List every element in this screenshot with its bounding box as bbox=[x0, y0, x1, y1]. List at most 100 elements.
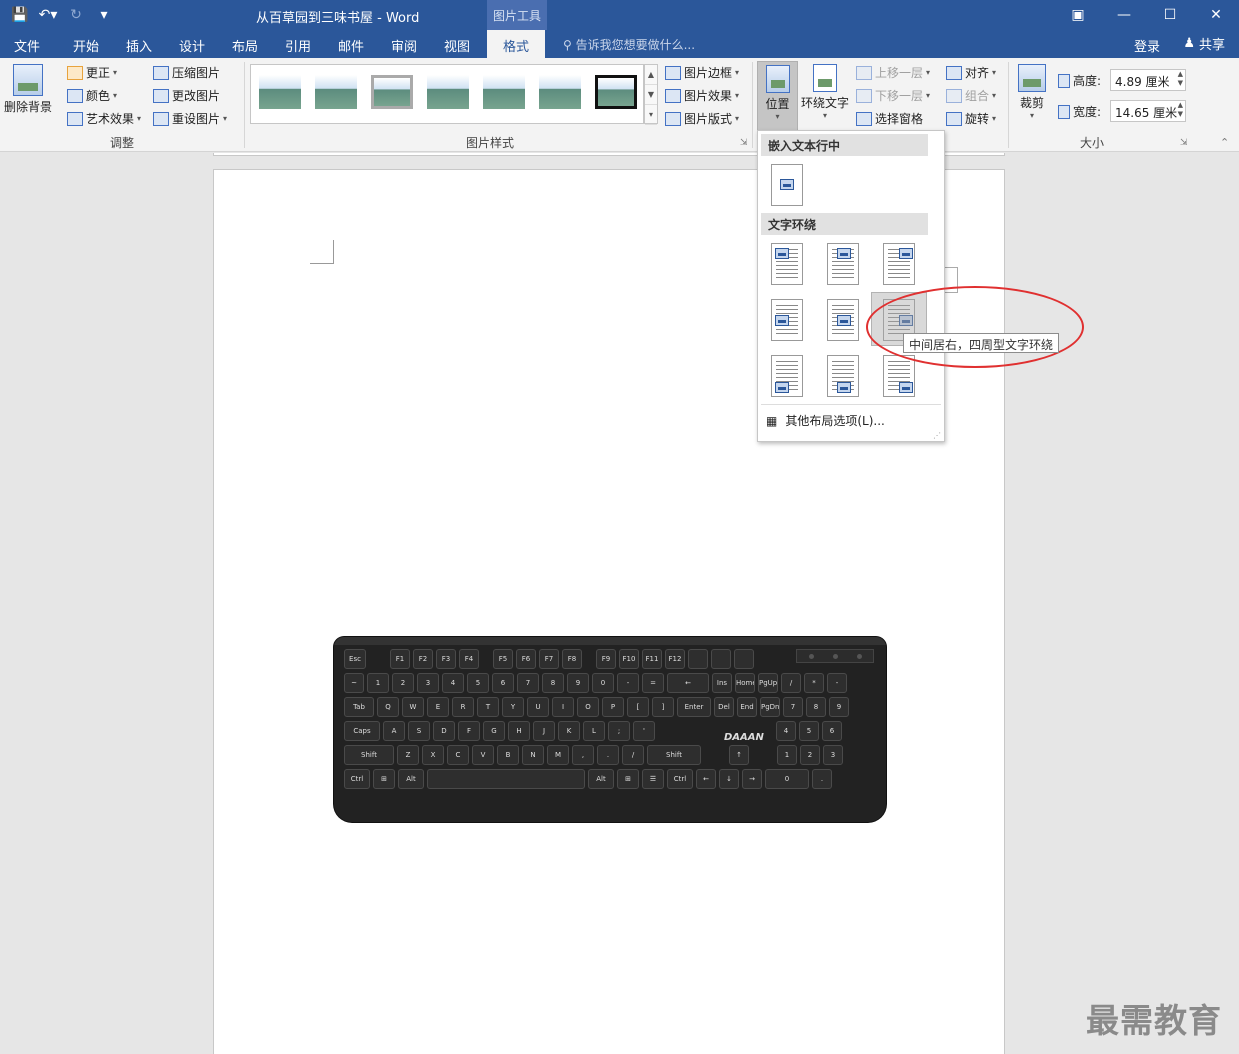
color-button[interactable]: 颜色 ▾ bbox=[67, 87, 117, 104]
picture-style-thumb[interactable] bbox=[315, 75, 357, 109]
gallery-up-icon[interactable]: ▲ bbox=[645, 65, 657, 85]
align-label: 对齐 bbox=[965, 66, 990, 80]
keyboard-key: / bbox=[781, 673, 801, 693]
wrap-position-option[interactable] bbox=[771, 355, 803, 397]
tooltip: 中间居右，四周型文字环绕 bbox=[903, 333, 1060, 353]
keyboard-key: C bbox=[447, 745, 469, 765]
compress-pictures-button[interactable]: 压缩图片 bbox=[153, 64, 220, 81]
picture-style-thumb[interactable] bbox=[371, 75, 413, 109]
gallery-down-icon[interactable]: ▼ bbox=[645, 85, 657, 105]
customize-qat-icon[interactable]: ▾ bbox=[92, 4, 116, 26]
keyboard-key: Shift bbox=[647, 745, 701, 765]
tab-review[interactable]: 审阅 bbox=[391, 36, 417, 55]
width-input[interactable]: 14.65 厘米 ▲ ▼ bbox=[1110, 100, 1186, 122]
keyboard-key: F7 bbox=[539, 649, 559, 669]
close-icon[interactable]: ✕ bbox=[1193, 0, 1239, 30]
crop-button[interactable]: 裁剪 ▾ bbox=[1018, 64, 1046, 120]
keyboard-key: ← bbox=[696, 769, 716, 789]
dropdown-arrow-icon: ▾ bbox=[1029, 111, 1034, 120]
keyboard-picture[interactable]: DAAAN Esc F1 F2 F3 F4 F5 F6 F7 F8 F9 F10 F11 F12 ~1 2 3… bbox=[334, 637, 886, 822]
wrap-position-option[interactable] bbox=[771, 299, 803, 341]
text-line-glyph bbox=[776, 377, 798, 378]
wrap-position-option[interactable] bbox=[883, 243, 915, 285]
share-button[interactable]: ♟ 共享 bbox=[1183, 34, 1225, 53]
text-line-glyph bbox=[776, 269, 798, 270]
keyboard-key: E bbox=[427, 697, 449, 717]
wrap-position-option[interactable] bbox=[827, 355, 859, 397]
wrap-section-header: 文字环绕 bbox=[761, 213, 928, 235]
send-backward-button[interactable]: 下移一层 ▾ bbox=[856, 87, 930, 104]
rotate-button[interactable]: 旋转 ▾ bbox=[946, 110, 996, 127]
keyboard-key bbox=[688, 649, 708, 669]
wrap-position-option[interactable] bbox=[771, 243, 803, 285]
text-line-glyph bbox=[776, 273, 798, 274]
keyboard-key: 2 bbox=[392, 673, 414, 693]
remove-background-icon bbox=[13, 64, 43, 96]
undo-icon[interactable]: ↶▾ bbox=[36, 4, 60, 26]
tab-view[interactable]: 视图 bbox=[444, 36, 470, 55]
picture-styles-gallery bbox=[250, 64, 644, 124]
text-line-glyph bbox=[888, 361, 910, 362]
inline-with-text-option[interactable] bbox=[771, 164, 803, 206]
wrap-position-option[interactable] bbox=[883, 355, 915, 397]
change-picture-button[interactable]: 更改图片 bbox=[153, 87, 220, 104]
corrections-button[interactable]: 更正 ▾ bbox=[67, 64, 117, 81]
height-input[interactable]: 4.89 厘米 ▲ ▼ bbox=[1110, 69, 1186, 91]
position-dropdown: 嵌入文本行中 文字环绕 ▦ 其他布局选项(L)... ⋰ bbox=[757, 130, 945, 442]
height-spinner-icon[interactable]: ▲ ▼ bbox=[1178, 70, 1183, 88]
text-line-glyph bbox=[776, 313, 798, 314]
artistic-effects-button[interactable]: 艺术效果 ▾ bbox=[67, 110, 141, 127]
tell-me-search[interactable]: ⚲ 告诉我您想要做什么... bbox=[563, 36, 695, 53]
more-layout-options-item[interactable]: ▦ 其他布局选项(L)... bbox=[766, 412, 885, 429]
keyboard-key: M bbox=[547, 745, 569, 765]
tab-home[interactable]: 开始 bbox=[73, 36, 99, 55]
dialog-launcher-icon[interactable]: ⇲ bbox=[1180, 138, 1188, 148]
tab-design[interactable]: 设计 bbox=[179, 36, 205, 55]
collapse-ribbon-icon[interactable]: ⌃ bbox=[1220, 136, 1229, 149]
picture-border-button[interactable]: 图片边框 ▾ bbox=[665, 64, 739, 81]
gallery-more-icon[interactable]: ▾ bbox=[645, 105, 657, 125]
align-button[interactable]: 对齐 ▾ bbox=[946, 64, 996, 81]
wrap-position-option[interactable] bbox=[827, 243, 859, 285]
tab-file[interactable]: 文件 bbox=[14, 36, 40, 55]
tab-layout[interactable]: 布局 bbox=[232, 36, 258, 55]
width-label-group: 宽度: bbox=[1058, 103, 1101, 120]
remove-background-button[interactable]: 删除背景 bbox=[4, 64, 52, 115]
height-value: 4.89 厘米 bbox=[1115, 75, 1170, 89]
tab-mailings[interactable]: 邮件 bbox=[338, 36, 364, 55]
wrap-position-option[interactable] bbox=[827, 299, 859, 341]
bring-forward-button[interactable]: 上移一层 ▾ bbox=[856, 64, 930, 81]
picture-style-thumb[interactable] bbox=[483, 75, 525, 109]
minimize-icon[interactable]: — bbox=[1101, 0, 1147, 30]
picture-style-thumb[interactable] bbox=[259, 75, 301, 109]
text-line-glyph bbox=[776, 333, 798, 334]
maximize-icon[interactable]: ☐ bbox=[1147, 0, 1193, 30]
picture-effects-button[interactable]: 图片效果 ▾ bbox=[665, 87, 739, 104]
remove-background-label: 删除背景 bbox=[4, 100, 53, 114]
reset-picture-button[interactable]: 重设图片 ▾ bbox=[153, 110, 227, 127]
keyboard-key: F5 bbox=[493, 649, 513, 669]
picture-style-thumb[interactable] bbox=[539, 75, 581, 109]
text-line-glyph bbox=[832, 361, 854, 362]
dialog-launcher-icon[interactable]: ⇲ bbox=[740, 138, 748, 148]
layout-options-icon: ▦ bbox=[766, 413, 778, 428]
text-line-glyph bbox=[832, 369, 854, 370]
selection-pane-button[interactable]: 选择窗格 bbox=[856, 110, 923, 127]
picture-style-thumb[interactable] bbox=[595, 75, 637, 109]
picture-style-thumb[interactable] bbox=[427, 75, 469, 109]
keyboard-key: F8 bbox=[562, 649, 582, 669]
tab-format[interactable]: 格式 bbox=[487, 30, 546, 58]
width-spinner-icon[interactable]: ▲ ▼ bbox=[1178, 101, 1183, 119]
resize-grip-icon[interactable]: ⋰ bbox=[933, 431, 941, 440]
position-button[interactable]: 位置 ▾ bbox=[757, 61, 798, 131]
redo-icon[interactable]: ↻ bbox=[64, 4, 88, 26]
ribbon-display-options-icon[interactable]: ▣ bbox=[1055, 0, 1101, 30]
wrap-text-button[interactable]: 环绕文字 ▾ bbox=[801, 64, 849, 120]
picture-layout-button[interactable]: 图片版式 ▾ bbox=[665, 110, 739, 127]
tab-insert[interactable]: 插入 bbox=[126, 36, 152, 55]
save-icon[interactable]: 💾 bbox=[8, 4, 32, 26]
keyboard-key: 3 bbox=[823, 745, 843, 765]
group-button[interactable]: 组合 ▾ bbox=[946, 87, 996, 104]
login-link[interactable]: 登录 bbox=[1134, 36, 1160, 55]
tab-references[interactable]: 引用 bbox=[285, 36, 311, 55]
